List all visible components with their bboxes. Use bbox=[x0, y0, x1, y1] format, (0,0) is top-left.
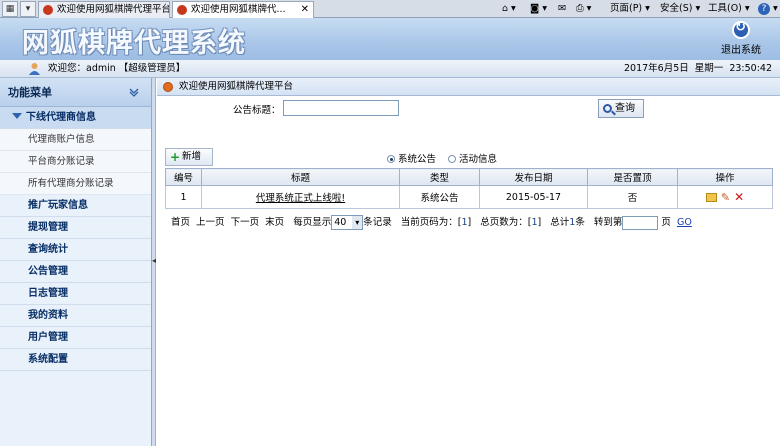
radio-unchecked-icon bbox=[448, 155, 456, 163]
help-button[interactable]: ? ▾ bbox=[758, 0, 778, 18]
fox-icon bbox=[43, 5, 53, 15]
browser-tab-bar: ▦ ▾ 欢迎使用网狐棋牌代理平台 欢迎使用网狐棋牌代... ✕ ⌂ ▾ ◙ ▾ … bbox=[0, 0, 780, 18]
print-button[interactable]: ⎙ ▾ bbox=[576, 0, 591, 18]
col-pinned[interactable]: 是否置顶 bbox=[587, 168, 678, 186]
sidebar-group-downline-agents[interactable]: 下线代理商信息 bbox=[0, 107, 151, 129]
delete-icon[interactable]: ✕ bbox=[734, 190, 744, 204]
col-type[interactable]: 类型 bbox=[399, 168, 480, 186]
chevron-down-icon[interactable]: ▾ bbox=[20, 1, 36, 17]
sidebar-group-logs[interactable]: 日志管理 bbox=[0, 283, 151, 305]
search-row: 公告标题： 查询 bbox=[157, 98, 780, 120]
bullet-icon bbox=[163, 82, 173, 92]
cell-pinned: 否 bbox=[587, 185, 678, 209]
mail-button[interactable]: ✉ bbox=[558, 0, 566, 18]
grid-icon[interactable]: ▦ bbox=[2, 1, 18, 17]
mail-icon: ✉ bbox=[558, 3, 566, 14]
go-button[interactable]: GO bbox=[677, 217, 692, 228]
app-title: 网狐棋牌代理系统 bbox=[22, 28, 246, 59]
radio-system-notice[interactable]: 系统公告 bbox=[387, 151, 436, 165]
cell-title: 代理系统正式上线啦! bbox=[201, 185, 400, 209]
main-panel: 欢迎使用网狐棋牌代理平台 公告标题： 查询 + 新增 系统公告 活动信息 编号 … bbox=[157, 78, 780, 446]
home-icon: ⌂ bbox=[502, 3, 509, 14]
records-label: 条记录 bbox=[363, 217, 392, 228]
sidebar-item-all-agent-split-records[interactable]: 所有代理商分账记录 bbox=[0, 173, 151, 195]
pager-last[interactable]: 末页 bbox=[265, 217, 284, 228]
announcement-title-link[interactable]: 代理系统正式上线啦! bbox=[256, 193, 345, 204]
app-header: 网狐棋牌代理系统 退出系统 bbox=[0, 18, 780, 60]
time-text: 23:50:42 bbox=[729, 63, 772, 74]
add-button[interactable]: + 新增 bbox=[165, 148, 213, 166]
plus-icon: + bbox=[170, 150, 181, 164]
safety-menu[interactable]: 安全(S) ▾ bbox=[660, 0, 700, 18]
sidebar: 功能菜单 下线代理商信息 代理商账户信息 平台商分账记录 所有代理商分账记录 推… bbox=[0, 78, 152, 446]
radio-event-info[interactable]: 活动信息 bbox=[448, 151, 497, 165]
goto-page-input[interactable] bbox=[622, 215, 659, 230]
user-icon bbox=[29, 63, 40, 75]
fox-icon bbox=[177, 5, 187, 15]
tools-menu[interactable]: 工具(O) ▾ bbox=[708, 0, 750, 18]
rss-icon: ◙ bbox=[530, 3, 540, 14]
view-icon[interactable] bbox=[705, 192, 717, 202]
pager-first[interactable]: 首页 bbox=[171, 217, 190, 228]
sidebar-group-my-profile[interactable]: 我的资料 bbox=[0, 305, 151, 327]
total-label: 总计 bbox=[550, 217, 570, 228]
info-bar: 欢迎您：admin 【超级管理员】 2017年6月5日 星期一 23:50:42 bbox=[0, 60, 780, 78]
page-menu[interactable]: 页面(P) ▾ bbox=[610, 0, 650, 18]
table-header-row: 编号 标题 类型 发布日期 是否置顶 操作 bbox=[165, 168, 773, 186]
edit-icon[interactable]: ✎ bbox=[721, 191, 730, 204]
breadcrumb: 欢迎使用网狐棋牌代理平台 bbox=[157, 78, 780, 96]
search-icon bbox=[603, 104, 612, 113]
menu-title: 功能菜单 bbox=[0, 78, 151, 107]
sidebar-splitter[interactable]: ◂ bbox=[152, 78, 156, 446]
help-icon: ? bbox=[758, 3, 770, 15]
search-button[interactable]: 查询 bbox=[598, 99, 644, 118]
datetime: 2017年6月5日 星期一 23:50:42 bbox=[624, 60, 772, 77]
sidebar-group-system-config[interactable]: 系统配置 bbox=[0, 349, 151, 371]
sidebar-group-withdrawals[interactable]: 提现管理 bbox=[0, 217, 151, 239]
logout-button[interactable]: 退出系统 bbox=[716, 20, 766, 56]
logout-icon bbox=[732, 20, 750, 39]
sidebar-item-agent-accounts[interactable]: 代理商账户信息 bbox=[0, 129, 151, 151]
pager: 首页 上一页 下一页 末页 每页显示40条记录 当前页码为：[1] 总页数为：[… bbox=[171, 214, 775, 234]
search-label: 公告标题： bbox=[233, 105, 281, 116]
title-search-input[interactable] bbox=[283, 100, 399, 116]
radio-checked-icon bbox=[387, 155, 395, 163]
grid-toolbar: + 新增 系统公告 活动信息 bbox=[165, 148, 773, 167]
table-row[interactable]: 1 代理系统正式上线啦! 系统公告 2015-05-17 否 ✎ ✕ bbox=[165, 185, 773, 209]
sidebar-group-announcements[interactable]: 公告管理 bbox=[0, 261, 151, 283]
col-id[interactable]: 编号 bbox=[165, 168, 202, 186]
cell-type: 系统公告 bbox=[399, 185, 480, 209]
sidebar-item-platform-split-records[interactable]: 平台商分账记录 bbox=[0, 151, 151, 173]
col-title[interactable]: 标题 bbox=[201, 168, 400, 186]
welcome-text: 欢迎您：admin 【超级管理员】 bbox=[48, 63, 186, 74]
pager-prev[interactable]: 上一页 bbox=[196, 217, 225, 228]
feeds-button[interactable]: ◙ ▾ bbox=[530, 0, 547, 18]
weekday-text: 星期一 bbox=[694, 63, 724, 74]
col-publish-date[interactable]: 发布日期 bbox=[479, 168, 588, 186]
sidebar-group-statistics[interactable]: 查询统计 bbox=[0, 239, 151, 261]
print-icon: ⎙ bbox=[576, 3, 584, 14]
close-icon[interactable]: ✕ bbox=[301, 2, 309, 17]
sidebar-group-users[interactable]: 用户管理 bbox=[0, 327, 151, 349]
per-page-label: 每页显示 bbox=[293, 217, 332, 228]
date-text: 2017年6月5日 bbox=[623, 63, 689, 74]
pager-next[interactable]: 下一页 bbox=[231, 217, 260, 228]
tab-welcome-2[interactable]: 欢迎使用网狐棋牌代... ✕ bbox=[172, 1, 314, 18]
triangle-down-icon bbox=[12, 113, 22, 119]
home-button[interactable]: ⌂ ▾ bbox=[502, 0, 516, 18]
per-page-select[interactable]: 40 bbox=[331, 215, 364, 230]
collapse-icon[interactable] bbox=[129, 88, 139, 97]
current-page-label: 当前页码为：[ bbox=[400, 217, 462, 228]
chevron-left-icon[interactable]: ◂ bbox=[152, 256, 156, 265]
announcement-table: 编号 标题 类型 发布日期 是否置顶 操作 1 代理系统正式上线啦! 系统公告 … bbox=[165, 168, 773, 209]
page-unit: 页 bbox=[661, 217, 671, 228]
goto-label: 转到第 bbox=[593, 217, 623, 228]
sidebar-group-promo-players[interactable]: 推广玩家信息 bbox=[0, 195, 151, 217]
cell-date: 2015-05-17 bbox=[479, 185, 588, 209]
col-actions: 操作 bbox=[677, 168, 773, 186]
total-pages-label: 总页数为：[ bbox=[480, 217, 532, 228]
cell-actions: ✎ ✕ bbox=[677, 185, 773, 209]
cell-id: 1 bbox=[165, 185, 202, 209]
tab-welcome-1[interactable]: 欢迎使用网狐棋牌代理平台 bbox=[38, 1, 170, 18]
